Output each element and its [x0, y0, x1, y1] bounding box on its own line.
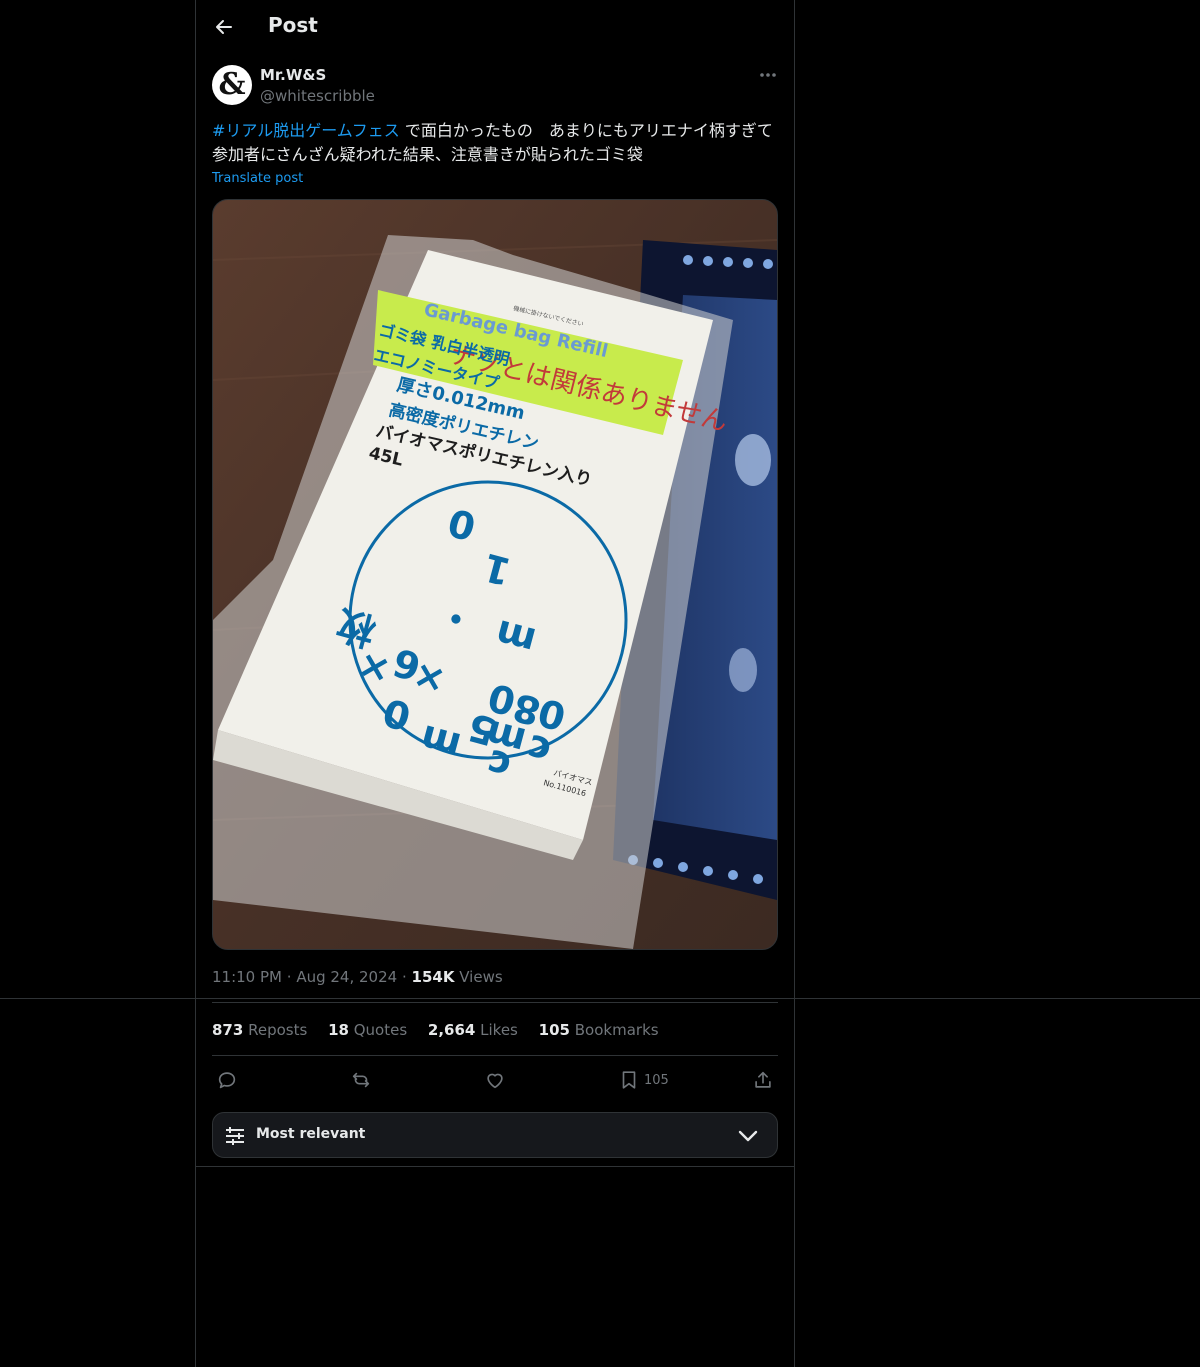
bookmark-count: 105 — [644, 1072, 669, 1088]
likes-stat[interactable]: 2,664 Likes — [428, 1021, 518, 1039]
like-button[interactable] — [484, 1069, 506, 1091]
share-button[interactable] — [752, 1069, 774, 1091]
post-time[interactable]: 11:10 PM — [212, 968, 282, 986]
repost-button[interactable] — [350, 1069, 372, 1091]
author-handle[interactable]: @whitescribble — [260, 87, 375, 105]
engagement-stats: 873 Reposts 18 Quotes 2,664 Likes 105 Bo… — [212, 1021, 675, 1039]
bookmark-button[interactable]: 105 — [618, 1069, 669, 1091]
translate-post-link[interactable]: Translate post — [212, 171, 303, 186]
avatar[interactable]: & — [212, 65, 252, 105]
avatar-glyph: & — [218, 67, 246, 102]
post-metadata: 11:10 PM · Aug 24, 2024 · 154K Views — [212, 968, 503, 986]
divider — [212, 1055, 778, 1056]
back-arrow-icon[interactable] — [212, 15, 236, 39]
reposts-stat[interactable]: 873 Reposts — [212, 1021, 307, 1039]
garbage-bag-photo: Garbage bag Refill 機械に掛けないでください ナゾとは関係あり… — [213, 200, 777, 949]
chevron-down-icon — [738, 1130, 758, 1142]
reply-button[interactable] — [216, 1069, 238, 1091]
repost-icon — [352, 1072, 370, 1088]
divider — [212, 1002, 778, 1003]
main-column: Post & Mr.W&S @whitescribble #リアル脱出ゲームフェ… — [195, 0, 795, 1367]
post-text: #リアル脱出ゲームフェス で面白かったもの あまりにもアリエナイ柄すぎて参加者に… — [212, 119, 778, 167]
page-header: Post — [196, 0, 794, 54]
hashtag-link[interactable]: #リアル脱出ゲームフェス — [212, 121, 400, 140]
meta-separator: · — [286, 968, 292, 986]
views-count: 154K — [411, 968, 455, 986]
author-name[interactable]: Mr.W&S — [260, 66, 326, 84]
sliders-icon — [226, 1127, 244, 1145]
reply-sort-dropdown[interactable]: Most relevant — [212, 1112, 778, 1158]
post-image[interactable]: Garbage bag Refill 機械に掛けないでください ナゾとは関係あり… — [212, 199, 778, 950]
reply-icon — [218, 1072, 236, 1089]
meta-separator: · — [401, 968, 407, 986]
more-options-icon[interactable] — [756, 66, 780, 84]
post-date[interactable]: Aug 24, 2024 — [296, 968, 397, 986]
heart-icon — [487, 1073, 503, 1089]
page-title: Post — [268, 13, 318, 37]
share-icon — [755, 1071, 771, 1088]
bookmarks-stat[interactable]: 105 Bookmarks — [539, 1021, 659, 1039]
quotes-stat[interactable]: 18 Quotes — [328, 1021, 407, 1039]
bookmark-icon — [622, 1071, 636, 1089]
views-label: Views — [459, 968, 503, 986]
sort-label: Most relevant — [256, 1126, 366, 1142]
